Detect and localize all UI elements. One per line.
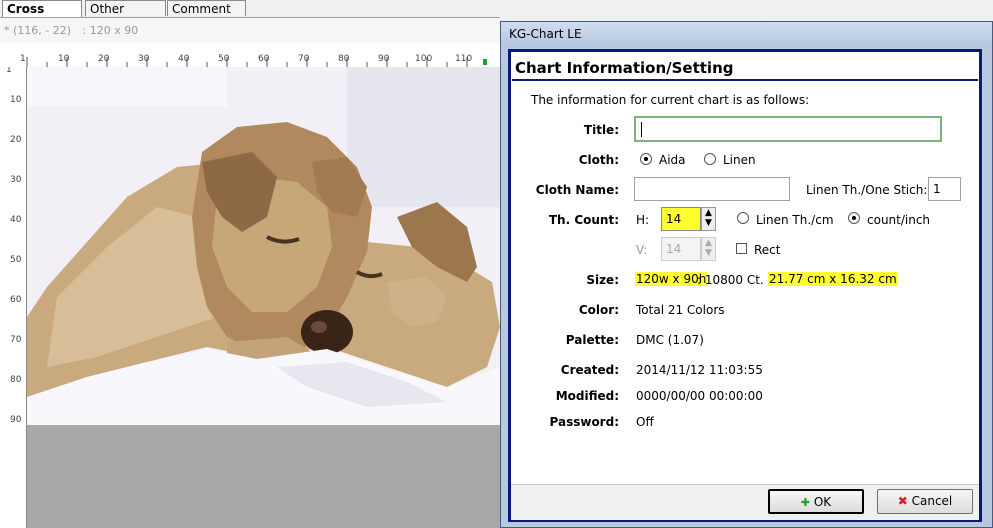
title-input[interactable] [634,116,942,142]
cancel-button[interactable]: ✖ Cancel [877,489,973,514]
rect-checkbox-label: Rect [754,243,781,257]
color-value: Total 21 Colors [636,303,725,317]
ruler-top-label: 10 [58,54,70,64]
ruler-top-label: 100 [415,54,433,64]
ruler-left-label: 30 [10,175,22,185]
h-count-input[interactable]: 14 [661,207,701,231]
ruler-left-label: 40 [10,215,22,225]
modified-label: Modified: [555,389,619,403]
radio-aida[interactable] [640,153,652,165]
ruler-left-label: 80 [10,375,22,385]
intro-text: The information for current chart is as … [531,93,810,107]
ruler-top-label: 80 [338,54,350,64]
ruler-top-label: 70 [298,54,310,64]
left-ruler: 1 10 20 30 40 50 60 70 80 90 [0,67,27,528]
cancel-x-icon: ✖ [897,494,908,508]
h-label: H: [636,213,650,227]
ruler-left-label: 50 [10,255,22,265]
tab-cross-stitch[interactable]: Cross Stitch [2,0,82,32]
radio-count-per-inch[interactable] [848,212,860,224]
dialog-window-title: KG-Chart LE [509,27,582,41]
radio-linen-per-cm-label: Linen Th./cm [756,213,834,227]
radio-count-per-inch-label: count/inch [867,213,931,227]
ruler-left-label: 60 [10,295,22,305]
radio-linen-per-cm[interactable] [737,212,749,224]
cloth-name-input[interactable] [634,177,790,201]
ruler-marker [483,59,487,65]
ruler-left-label: 20 [10,135,22,145]
dialog-header: Chart Information/Setting [515,59,734,77]
radio-aida-label: Aida [659,153,686,167]
ruler-left-label: 90 [10,415,22,425]
ruler-top-label: 20 [98,54,110,64]
ruler-top-label: 60 [258,54,270,64]
password-value: Off [636,415,654,429]
ruler-left-label: 70 [10,335,22,345]
cloth-label: Cloth: [578,153,619,167]
cursor-coords: * (116, - 22) [4,24,72,37]
chart-canvas[interactable] [27,67,500,425]
v-label: V: [636,243,648,257]
canvas-empty-area [27,425,500,528]
ruler-top-label: 90 [378,54,390,64]
created-label: Created: [560,363,619,377]
title-label: Title: [583,123,619,137]
tab-other-stitch[interactable]: Other Stitch [85,0,166,32]
size-count: : 10800 Ct. : [697,273,772,287]
ruler-top-label: 50 [218,54,230,64]
h-count-spinner[interactable]: ▲ ▼ [701,207,716,231]
ruler-top-label: 110 [455,54,473,64]
v-count-spinner[interactable]: ▲ ▼ [701,237,716,261]
ruler-left-label: 1 [6,67,12,75]
ok-button[interactable]: ✚ OK [768,489,864,514]
dialog-titlebar[interactable]: KG-Chart LE [501,22,992,48]
text-cursor [641,122,642,137]
ruler-left-label: 10 [10,95,22,105]
cancel-button-label: Cancel [911,494,953,508]
linen-thread-input[interactable]: 1 [928,177,961,201]
dialog-header-rule [512,79,978,81]
radio-linen-label: Linen [723,153,756,167]
thread-count-label: Th. Count: [548,213,619,227]
status-line: * (116, - 22) : 120 x 90 [0,18,500,43]
ok-button-label: OK [813,495,832,509]
v-count-input[interactable]: 14 [661,237,701,261]
puppy-pattern-image [27,67,500,425]
ruler-top-label: 1 [20,54,26,64]
rect-checkbox[interactable] [736,243,747,254]
linen-thread-label: Linen Th./One Stich: [806,183,928,197]
ruler-top-label: 40 [178,54,190,64]
palette-value: DMC (1.07) [636,333,704,347]
radio-linen[interactable] [704,153,716,165]
size-cm: 21.77 cm x 16.32 cm [768,272,898,286]
created-value: 2014/11/12 11:03:55 [636,363,763,377]
size-label: Size: [586,273,619,287]
cloth-name-label: Cloth Name: [535,183,619,197]
color-label: Color: [578,303,619,317]
password-label: Password: [549,415,620,429]
tab-comment[interactable]: Comment [167,0,246,16]
ruler-top-label: 30 [138,54,150,64]
top-ruler: 1 10 20 30 40 50 60 70 80 90 100 110 [0,43,500,68]
chart-size: : 120 x 90 [82,24,139,37]
palette-label: Palette: [565,333,619,347]
modified-value: 0000/00/00 00:00:00 [636,389,763,403]
ok-check-icon: ✚ [800,496,811,509]
